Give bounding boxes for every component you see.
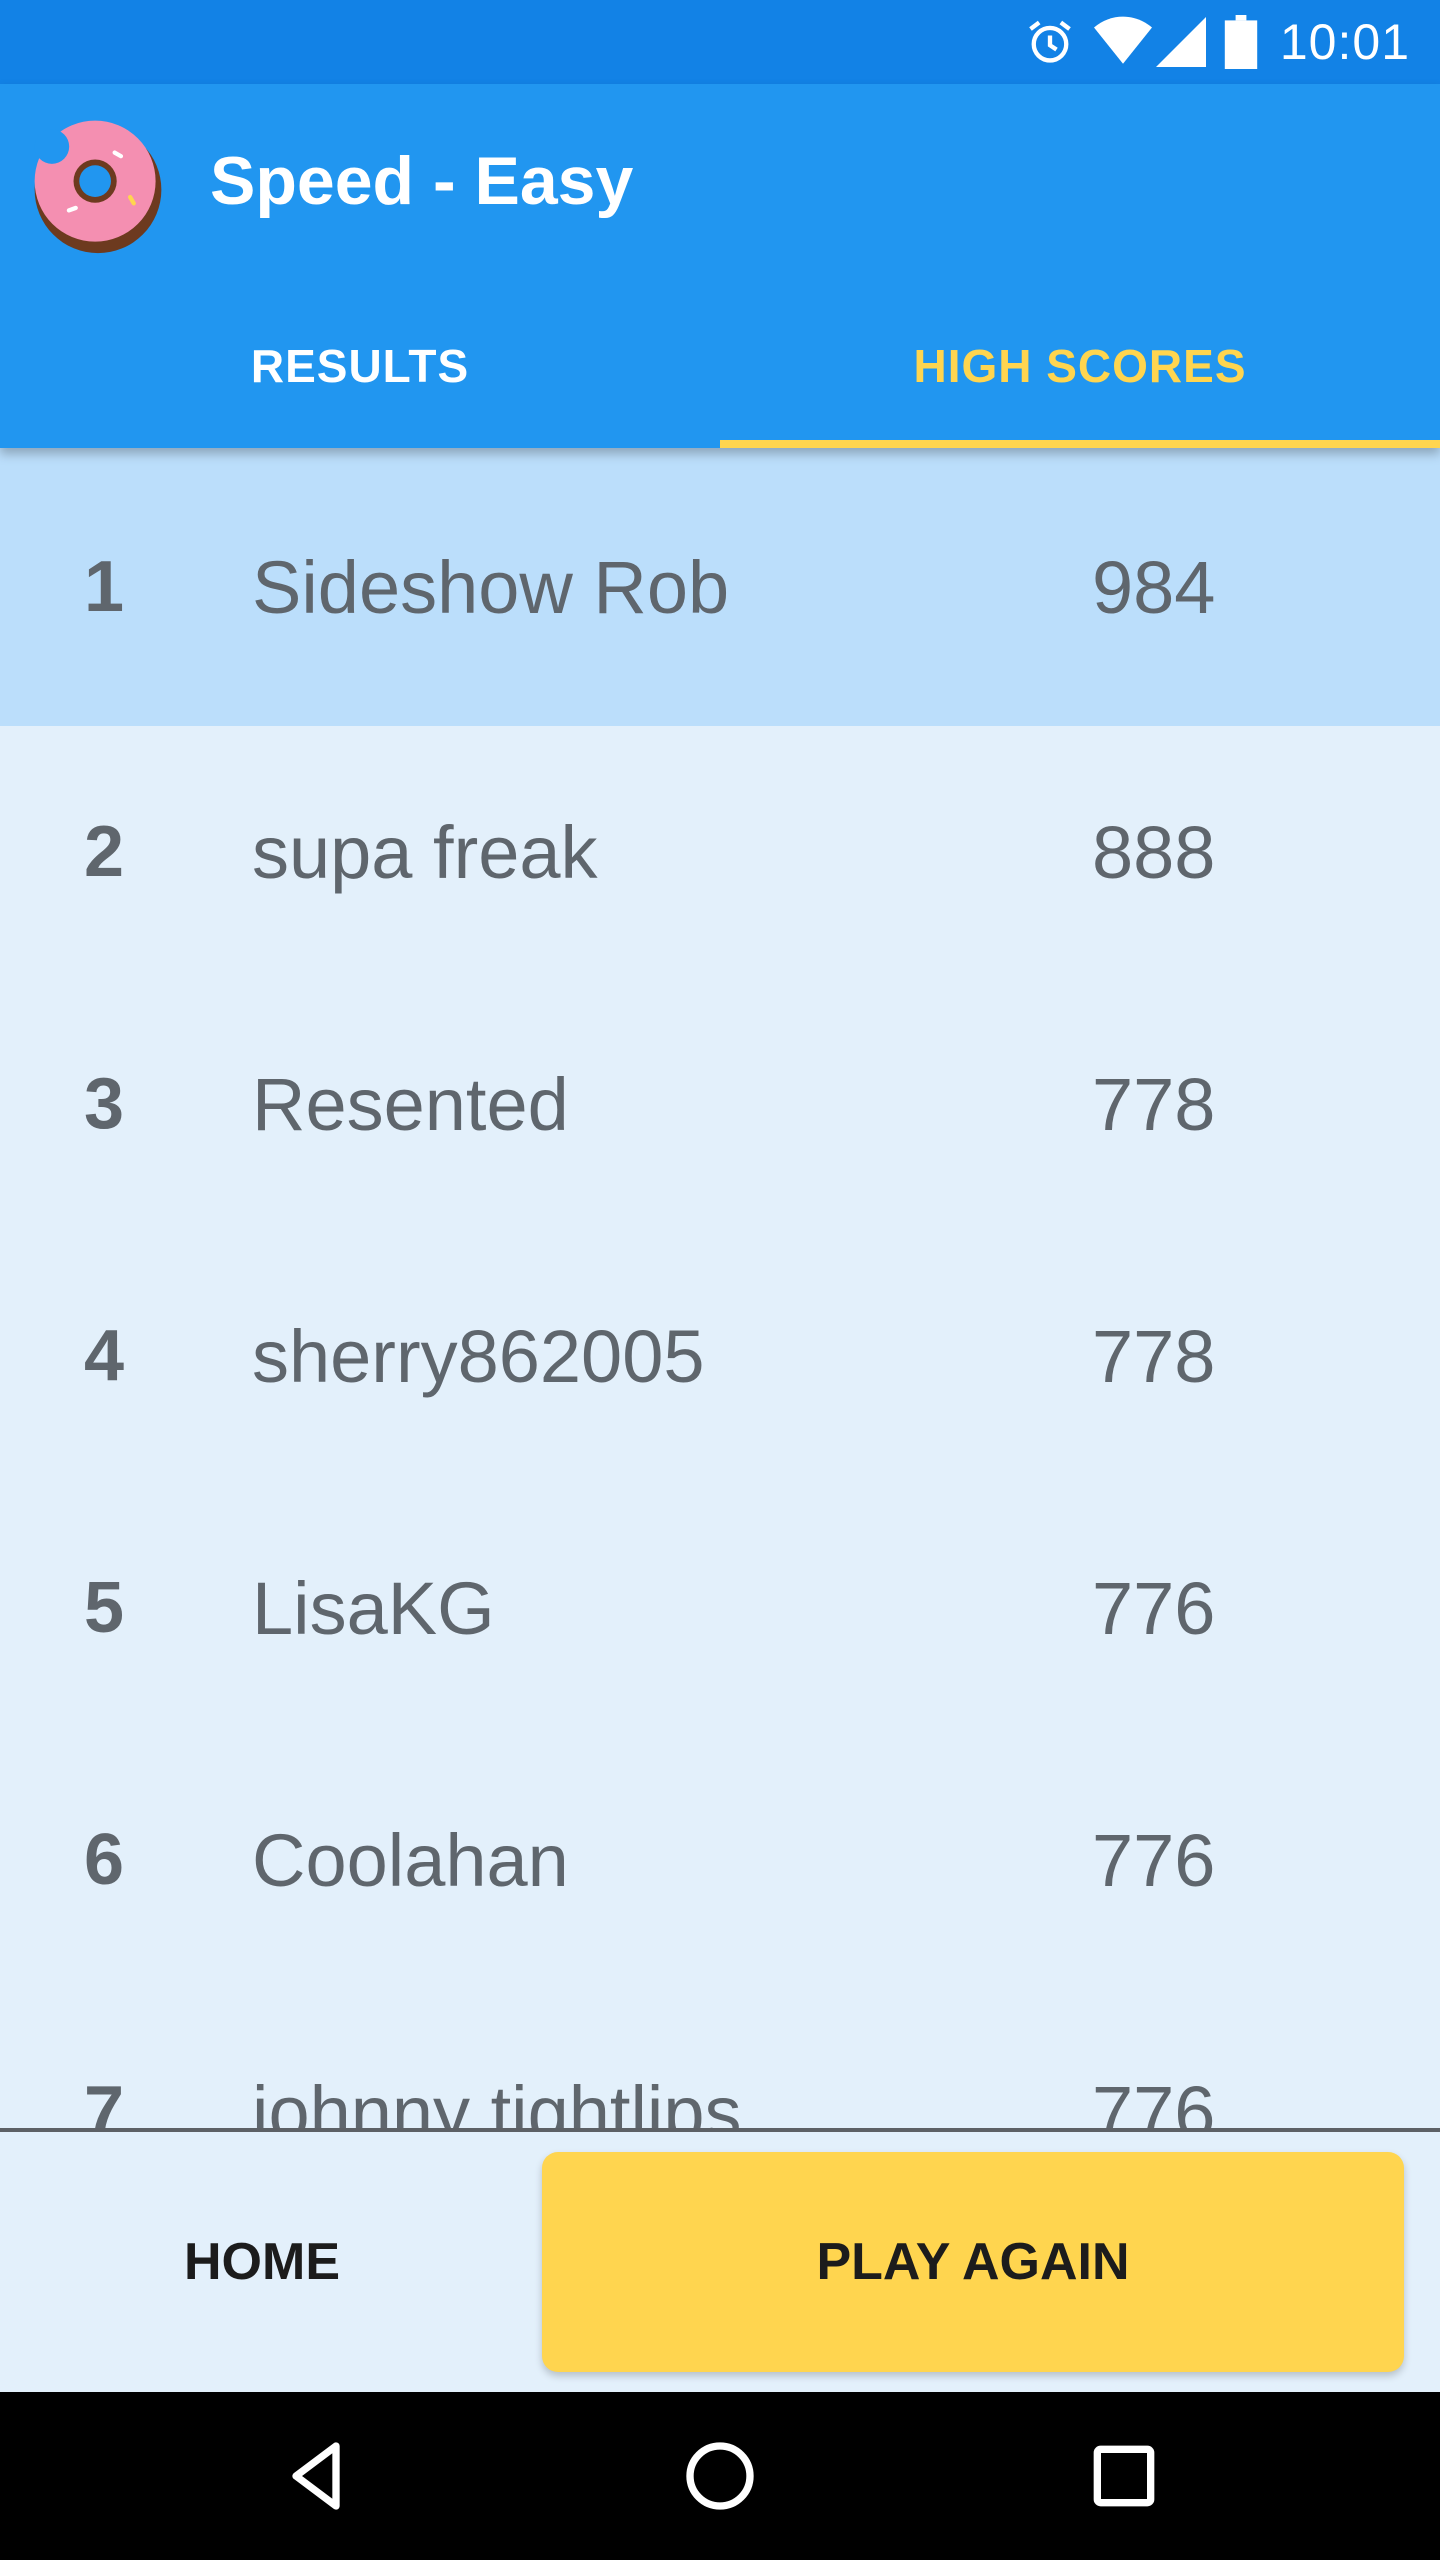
home-icon[interactable]	[664, 2420, 776, 2532]
tab-high-scores-label: HIGH SCORES	[913, 340, 1247, 392]
tab-bar: RESULTS HIGH SCORES	[0, 284, 1440, 448]
status-bar: 10:01	[0, 0, 1440, 84]
score-row: 2 supa freak 888	[0, 726, 1440, 978]
player-name: LisaKG	[252, 1566, 495, 1650]
player-name: Resented	[252, 1062, 569, 1146]
tab-results[interactable]: RESULTS	[0, 284, 720, 448]
back-icon[interactable]	[260, 2420, 372, 2532]
score-row: 5 LisaKG 776	[0, 1482, 1440, 1734]
rank: 2	[84, 812, 125, 892]
page-title: Speed - Easy	[210, 143, 634, 219]
clock-time: 10:01	[1279, 14, 1410, 70]
alarm-icon	[1024, 16, 1076, 68]
tab-results-label: RESULTS	[250, 340, 470, 392]
score-value: 776	[1092, 2070, 1216, 2131]
rank: 5	[84, 1568, 125, 1648]
score-value: 984	[1092, 545, 1216, 629]
home-button[interactable]: HOME	[62, 2172, 462, 2352]
score-row: 4 sherry862005 778	[0, 1230, 1440, 1482]
score-row: 7 johnny tightlips 776	[0, 1986, 1440, 2131]
score-value: 776	[1092, 1566, 1216, 1650]
score-row: 3 Resented 778	[0, 978, 1440, 1230]
app-bar: Speed - Easy RESULTS HIGH SCORES	[0, 84, 1440, 448]
rank: 4	[84, 1316, 125, 1396]
score-value: 778	[1092, 1314, 1216, 1398]
signal-icon	[1155, 16, 1206, 68]
tab-high-scores[interactable]: HIGH SCORES	[720, 284, 1440, 448]
rank: 6	[84, 1820, 125, 1900]
score-value: 776	[1092, 1818, 1216, 1902]
donut-icon	[26, 112, 170, 256]
play-again-button[interactable]: PLAY AGAIN	[542, 2152, 1404, 2372]
player-name: sherry862005	[252, 1314, 705, 1398]
high-score-list[interactable]: 1 Sideshow Rob 984 2 supa freak 888 3 Re…	[0, 448, 1440, 2130]
score-row: 1 Sideshow Rob 984	[0, 448, 1440, 726]
player-name: Sideshow Rob	[252, 545, 730, 629]
rank: 3	[84, 1064, 125, 1144]
player-name: supa freak	[252, 810, 598, 894]
bottom-action-bar: HOME PLAY AGAIN	[0, 2132, 1440, 2392]
score-value: 888	[1092, 810, 1216, 894]
rank: 1	[84, 547, 125, 627]
system-nav-bar	[0, 2392, 1440, 2560]
score-value: 778	[1092, 1062, 1216, 1146]
player-name: Coolahan	[252, 1818, 569, 1902]
recent-apps-icon[interactable]	[1068, 2420, 1180, 2532]
wifi-icon	[1093, 16, 1152, 68]
score-row: 6 Coolahan 776	[0, 1734, 1440, 1986]
battery-icon	[1224, 15, 1258, 69]
rank: 7	[84, 2072, 125, 2130]
tab-indicator	[720, 440, 1440, 448]
player-name: johnny tightlips	[252, 2070, 742, 2131]
